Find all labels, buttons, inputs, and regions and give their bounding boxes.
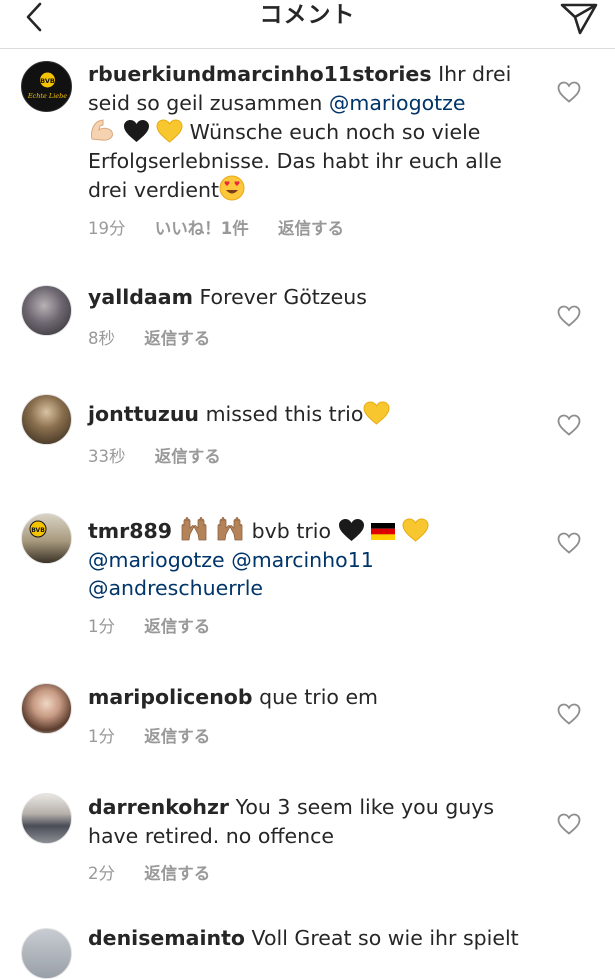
- comment-text-part: Voll Great so wie ihr spielt: [251, 926, 519, 950]
- comment-time: 1分: [88, 727, 115, 746]
- bvb-logo-icon: BVB: [29, 520, 47, 538]
- reply-button[interactable]: 返信する: [144, 617, 210, 636]
- reply-button[interactable]: 返信する: [144, 727, 210, 746]
- mention-link[interactable]: @andreschuerrle: [88, 576, 263, 600]
- avatar-badge-text: BVB: [40, 77, 55, 85]
- comment-time: 33秒: [88, 447, 126, 466]
- send-button[interactable]: [559, 0, 599, 36]
- comment-text-part: missed this trio: [205, 402, 364, 426]
- comment-meta: 8秒 返信する: [88, 325, 234, 349]
- like-heart-icon[interactable]: [557, 813, 581, 835]
- comment-time: 1分: [88, 617, 115, 636]
- comment-username[interactable]: yalldaam: [88, 285, 193, 309]
- comment-likes-count[interactable]: いいね！1件: [155, 219, 249, 238]
- reply-button[interactable]: 返信する: [144, 329, 210, 348]
- comment-meta: 19分 いいね！1件 返信する: [88, 215, 368, 239]
- avatar[interactable]: [21, 928, 72, 979]
- yellow-heart-emoji-icon: [363, 401, 390, 425]
- comment-time: 2分: [88, 864, 115, 883]
- page-title: コメント: [259, 2, 356, 28]
- like-heart-icon[interactable]: [557, 703, 581, 725]
- comment-text: jonttuzuu missed this trio: [88, 400, 528, 429]
- flexed-biceps-emoji-icon: [91, 119, 113, 141]
- like-heart-icon[interactable]: [557, 305, 581, 327]
- black-heart-emoji-icon: [338, 519, 364, 541]
- comment-meta: 2分 返信する: [88, 860, 234, 884]
- comment-text: tmr889 bvb trio @mariogotze @marcinho11 …: [88, 516, 528, 603]
- comment-text-part: Forever Götzeus: [199, 285, 367, 309]
- comment-meta: 1分 返信する: [88, 723, 234, 747]
- comment-text-part: bvb trio: [251, 519, 332, 543]
- yellow-heart-emoji-icon: [402, 518, 429, 542]
- mention-link[interactable]: @mariogotze: [88, 548, 225, 572]
- mention-link[interactable]: @mariogotze: [329, 91, 466, 115]
- reply-button[interactable]: 返信する: [155, 447, 221, 466]
- avatar[interactable]: [21, 683, 72, 734]
- raising-hands-emoji-icon: [181, 517, 206, 541]
- comment-text: yalldaam Forever Götzeus: [88, 283, 528, 312]
- black-heart-emoji-icon: [123, 120, 149, 142]
- comment-text: denisemainto Voll Great so wie ihr spiel…: [88, 924, 528, 953]
- like-heart-icon[interactable]: [557, 532, 581, 554]
- comment-text: maripolicenob que trio em: [88, 683, 528, 712]
- germany-flag-emoji-icon: [371, 523, 396, 540]
- comment-meta: 33秒 返信する: [88, 443, 245, 467]
- comment-username[interactable]: rbuerkiundmarcinho11stories: [88, 62, 432, 86]
- comment-time: 19分: [88, 219, 126, 238]
- yellow-heart-emoji-icon: [156, 119, 183, 143]
- reply-button[interactable]: 返信する: [144, 864, 210, 883]
- comment-username[interactable]: darrenkohzr: [88, 795, 229, 819]
- avatar[interactable]: [21, 285, 72, 336]
- comment-time: 8秒: [88, 329, 115, 348]
- avatar[interactable]: BVB: [21, 513, 72, 564]
- heart-eyes-emoji-icon: [219, 175, 245, 201]
- comment-text: darrenkohzr You 3 seem like you guys hav…: [88, 793, 528, 850]
- bvb-logo-icon: BVB Echte Liebe: [27, 71, 67, 100]
- mention-link[interactable]: @marcinho11: [231, 548, 374, 572]
- like-heart-icon[interactable]: [557, 414, 581, 436]
- avatar[interactable]: [21, 793, 72, 844]
- like-heart-icon[interactable]: [557, 81, 581, 103]
- comment-text: rbuerkiundmarcinho11stories Ihr drei sei…: [88, 60, 528, 205]
- comment-username[interactable]: tmr889: [88, 519, 172, 543]
- avatar[interactable]: BVB Echte Liebe: [21, 61, 72, 112]
- comment-username[interactable]: jonttuzuu: [88, 402, 199, 426]
- avatar-badge-text: BVB: [31, 527, 45, 534]
- avatar[interactable]: [21, 394, 72, 445]
- avatar-caption: Echte Liebe: [27, 92, 67, 100]
- comment-text-part: que trio em: [259, 685, 379, 709]
- raising-hands-emoji-icon: [217, 517, 243, 541]
- comment-username[interactable]: denisemainto: [88, 926, 245, 950]
- comment-text-part: Wünsche euch noch so viele Erfolgserlebn…: [88, 120, 502, 202]
- reply-button[interactable]: 返信する: [278, 219, 344, 238]
- comment-meta: 1分 返信する: [88, 613, 234, 637]
- header: コメント: [0, 0, 615, 49]
- paper-plane-icon: [560, 3, 598, 35]
- comment-username[interactable]: maripolicenob: [88, 685, 253, 709]
